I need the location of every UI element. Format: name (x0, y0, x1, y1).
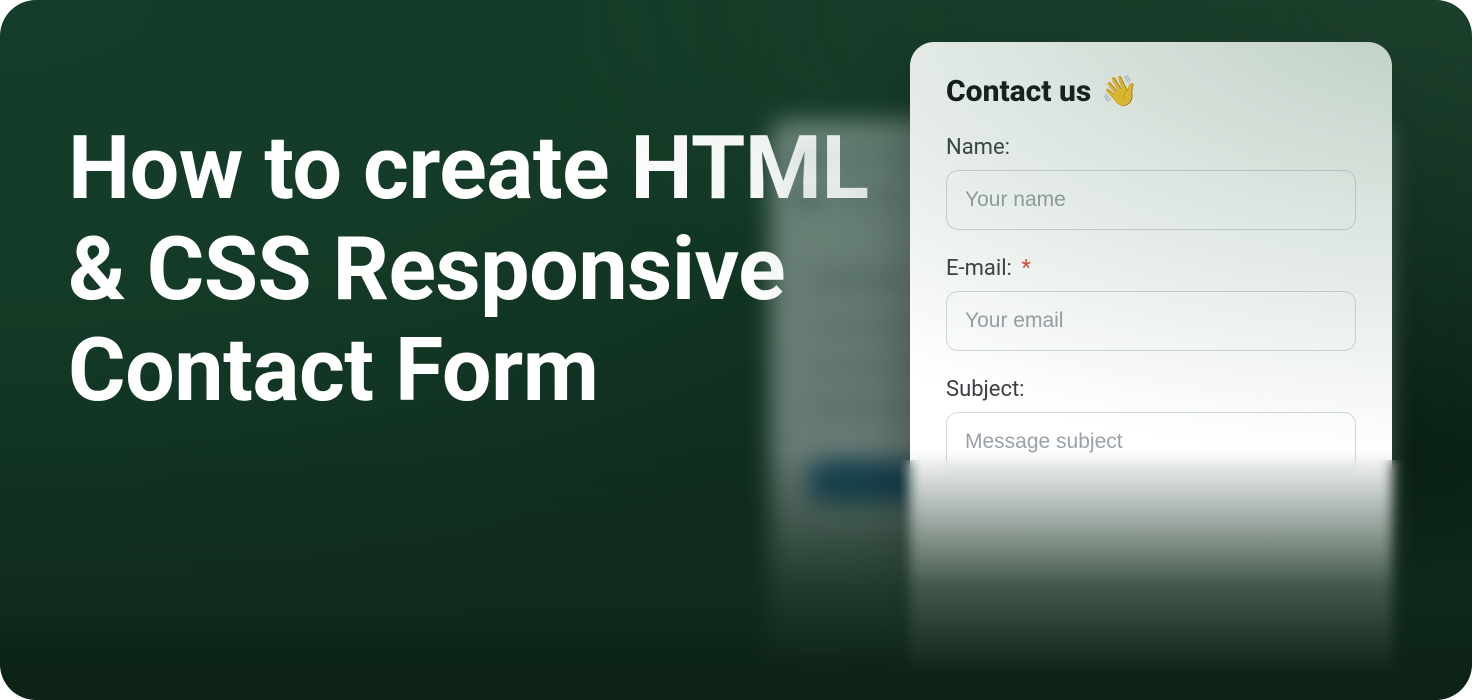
contact-form-card: Contact us 👋 Name: E-mail: * Subject: (910, 42, 1392, 700)
wave-icon: 👋 (1101, 74, 1138, 109)
required-mark: * (1021, 256, 1030, 281)
subject-input[interactable] (946, 412, 1356, 472)
name-input[interactable] (946, 170, 1356, 230)
field-subject: Subject: (946, 377, 1356, 472)
form-title: Contact us 👋 (946, 74, 1356, 109)
form-title-text: Contact us (946, 74, 1091, 109)
field-name: Name: (946, 135, 1356, 230)
hero-stage: How to create HTML & CSS Responsive Cont… (0, 0, 1472, 700)
page-title: How to create HTML & CSS Responsive Cont… (68, 118, 888, 422)
field-email: E-mail: * (946, 256, 1356, 351)
name-label: Name: (946, 135, 1356, 160)
email-input[interactable] (946, 291, 1356, 351)
subject-label: Subject: (946, 377, 1356, 402)
email-label-text: E-mail: (946, 256, 1012, 281)
email-label: E-mail: * (946, 256, 1356, 281)
